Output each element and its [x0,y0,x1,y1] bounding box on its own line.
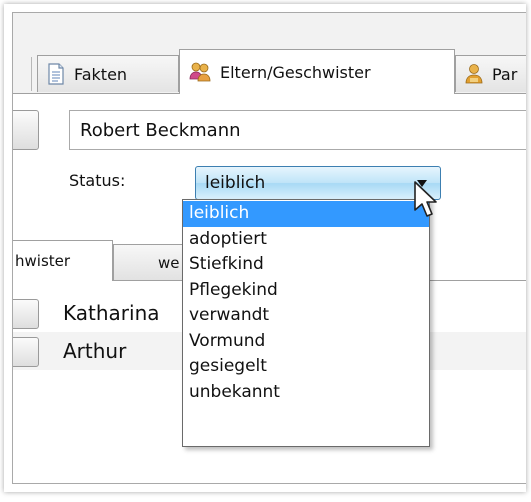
tab-label: Par [492,64,518,84]
document-icon [48,63,64,85]
row-handle[interactable] [13,337,39,367]
tab-eltern-geschwister[interactable]: Eltern/Geschwister [179,49,455,94]
sibling-name: Katharina [63,301,160,325]
tab-geschwister[interactable]: hwister [13,240,113,281]
status-option-gesiegelt[interactable]: gesiegelt [183,354,429,380]
person-name-field[interactable]: Robert Beckmann [69,110,526,150]
status-label: Status: [69,171,126,190]
status-option-vormund[interactable]: Vormund [183,329,429,355]
status-option-adoptiert[interactable]: adoptiert [183,227,429,253]
status-value: leiblich [205,173,266,193]
status-options-list: leiblich adoptiert Stiefkind Pflegekind … [182,199,430,447]
mouse-cursor-icon [414,181,437,217]
tab-label: Fakten [74,64,128,84]
tab-fakten[interactable]: Fakten [37,55,179,92]
person-select-button[interactable] [13,110,39,150]
status-option-pflegekind[interactable]: Pflegekind [183,278,429,304]
status-option-unbekannt[interactable]: unbekannt [183,380,429,406]
tab-partner[interactable]: Par [455,55,526,92]
toolbar-band [13,13,526,43]
status-option-stiefkind[interactable]: Stiefkind [183,252,429,278]
tab-strip: Fakten Eltern/Geschwister Par [13,43,526,94]
tab-label: Eltern/Geschwister [220,62,371,82]
status-option-leiblich[interactable]: leiblich [183,201,429,227]
status-dropdown[interactable]: leiblich [195,166,441,200]
subtab-label: hwister [15,252,71,270]
subtab-label: we [158,253,180,272]
people-icon [189,62,211,82]
status-option-verwandt[interactable]: verwandt [183,303,429,329]
sibling-name: Arthur [63,339,127,363]
tab-divider [31,57,32,91]
person-name: Robert Beckmann [80,119,241,141]
row-handle[interactable] [13,299,39,329]
person-icon [465,64,483,84]
